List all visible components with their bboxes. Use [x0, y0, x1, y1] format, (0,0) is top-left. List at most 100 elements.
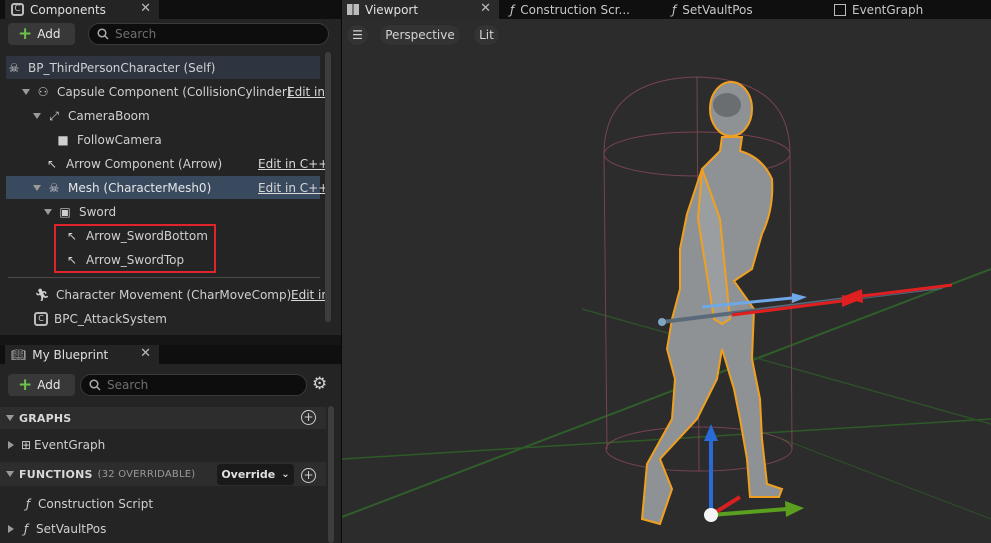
tab-label: Viewport — [365, 2, 419, 17]
perspective-button[interactable]: Perspective — [379, 24, 461, 46]
functions-header[interactable]: FUNCTIONS (32 OVERRIDABLE) — [6, 464, 195, 484]
arrow-component-icon: ↖ — [46, 156, 58, 171]
tab-set-vault-pos[interactable]: ƒ SetVaultPos — [672, 0, 753, 19]
row-label: Mesh (CharacterMesh0) — [68, 180, 212, 195]
function-icon: ƒ — [510, 2, 515, 17]
close-icon[interactable]: ✕ — [480, 1, 491, 16]
close-icon[interactable]: ✕ — [140, 346, 151, 361]
viewport-options-button[interactable]: ☰ — [346, 24, 369, 46]
tab-event-graph[interactable]: EventGraph — [834, 0, 923, 19]
expand-arrow-icon[interactable] — [33, 184, 41, 191]
graph-item-eventgraph[interactable]: ⊞ EventGraph — [6, 433, 306, 456]
tree-row-followcamera[interactable]: ■ FollowCamera — [6, 128, 320, 151]
book-icon: 📖︎ — [11, 347, 27, 362]
function-icon: ƒ — [23, 521, 29, 536]
skull-icon: ☠ — [8, 60, 20, 75]
search-icon — [89, 379, 101, 391]
my-blueprint-scrollbar[interactable] — [328, 406, 334, 543]
section-title: GRAPHS — [19, 411, 72, 425]
spring-arm-icon: ⤢ — [49, 108, 59, 123]
tab-label: Components — [30, 2, 106, 17]
row-label: CameraBoom — [68, 108, 150, 123]
tree-row-self[interactable]: ☠ BP_ThirdPersonCharacter (Self) — [6, 56, 320, 79]
tree-row-capsule[interactable]: ⚇ Capsule Component (CollisionCylinder) … — [6, 80, 325, 103]
row-label: BP_ThirdPersonCharacter (Self) — [28, 60, 216, 75]
row-label: FollowCamera — [77, 132, 162, 147]
graph-icon — [834, 3, 846, 16]
tree-row-character-movement[interactable]: 🏃︎ Character Movement (CharMoveComp) Edi… — [6, 283, 329, 306]
graphs-header[interactable]: GRAPHS — [6, 408, 71, 428]
graph-icon: ⊞ — [20, 437, 32, 452]
add-function-icon[interactable]: + — [301, 468, 316, 483]
edit-in-cpp-link[interactable]: Edit in C++ — [258, 181, 328, 195]
expand-arrow-icon[interactable] — [8, 524, 14, 533]
add-label: Add — [37, 378, 61, 392]
add-member-button[interactable]: + Add — [8, 374, 75, 396]
row-label: Capsule Component (CollisionCylinder) — [57, 84, 292, 99]
blueprint-component-icon: C — [34, 311, 48, 326]
tab-label: My Blueprint — [32, 347, 109, 362]
close-icon[interactable]: ✕ — [140, 1, 151, 16]
tree-row-mesh[interactable]: ☠ Mesh (CharacterMesh0) Edit in C++ — [6, 176, 328, 199]
capsule-icon: ⚇ — [37, 84, 49, 99]
tab-components[interactable]: C Components ✕ — [5, 0, 159, 19]
expand-arrow-icon[interactable] — [44, 208, 52, 215]
my-blueprint-search[interactable] — [80, 374, 307, 396]
tab-viewport[interactable]: Viewport ✕ — [342, 0, 499, 19]
tab-label: Construction Scr... — [520, 2, 630, 17]
chevron-down-icon: ⌄ — [281, 469, 290, 480]
button-label: Lit — [479, 28, 494, 42]
gear-icon[interactable]: ⚙ — [312, 375, 327, 393]
camera-icon: ■ — [57, 132, 69, 147]
tab-label: EventGraph — [852, 2, 924, 17]
components-panel: + Add ☠ BP_ThirdPersonCharacter (Self) ⚇… — [0, 19, 341, 335]
search-icon — [97, 28, 109, 40]
hamburger-menu-icon: ☰ — [352, 28, 363, 42]
function-item-setvaultpos[interactable]: ƒ SetVaultPos — [6, 517, 306, 540]
viewport-scene — [342, 76, 991, 526]
row-label: Arrow Component (Arrow) — [66, 156, 223, 171]
function-icon: ƒ — [672, 2, 677, 17]
add-graph-icon[interactable]: + — [301, 410, 316, 425]
add-component-button[interactable]: + Add — [8, 23, 75, 45]
expand-arrow-icon[interactable] — [33, 112, 41, 119]
override-dropdown[interactable]: Override ⌄ — [217, 464, 294, 485]
tree-row-attack-system[interactable]: C BPC_AttackSystem — [6, 307, 320, 330]
row-label: BPC_AttackSystem — [54, 311, 167, 326]
collapse-arrow-icon[interactable] — [6, 415, 14, 421]
panel-separator[interactable] — [341, 0, 342, 543]
functions-note: (32 OVERRIDABLE) — [97, 468, 196, 480]
tab-my-blueprint[interactable]: 📖︎ My Blueprint ✕ — [5, 345, 159, 364]
viewport[interactable]: ☰ Perspective Lit — [342, 19, 991, 543]
static-mesh-icon: ▣ — [59, 204, 71, 219]
tab-construction-script[interactable]: ƒ Construction Scr... — [510, 0, 630, 19]
collapse-arrow-icon[interactable] — [6, 471, 14, 477]
dropdown-label: Override — [221, 468, 276, 481]
skeletal-mesh-icon: ☠ — [48, 180, 60, 195]
tree-row-sword[interactable]: ▣ Sword — [6, 200, 320, 223]
edit-in-cpp-link[interactable]: Edit in — [291, 288, 329, 302]
components-scrollbar[interactable] — [325, 52, 331, 322]
blueprint-class-icon: C — [11, 3, 24, 16]
search-input[interactable] — [115, 27, 265, 41]
movement-icon: 🏃︎ — [34, 287, 50, 302]
search-input[interactable] — [107, 378, 257, 392]
plus-icon: + — [18, 23, 33, 44]
tree-row-cameraboom[interactable]: ⤢ CameraBoom — [6, 104, 320, 127]
function-icon: ƒ — [25, 496, 31, 511]
function-item-construction-script[interactable]: ƒ Construction Script — [6, 492, 306, 515]
row-label: SetVaultPos — [36, 521, 107, 536]
row-label: EventGraph — [34, 437, 106, 452]
components-search[interactable] — [88, 23, 329, 45]
tree-row-arrow[interactable]: ↖ Arrow Component (Arrow) Edit in C++ — [6, 152, 328, 175]
row-label: Construction Script — [38, 496, 154, 511]
edit-in-cpp-link[interactable]: Edit in C++ — [258, 157, 328, 171]
edit-in-cpp-link[interactable]: Edit in — [287, 85, 325, 99]
expand-arrow-icon[interactable] — [22, 88, 30, 95]
add-label: Add — [37, 27, 61, 41]
button-label: Perspective — [385, 28, 455, 42]
lit-button[interactable]: Lit — [473, 24, 500, 46]
tab-label: SetVaultPos — [682, 2, 753, 17]
expand-arrow-icon[interactable] — [8, 440, 14, 449]
section-title: FUNCTIONS — [19, 467, 93, 481]
